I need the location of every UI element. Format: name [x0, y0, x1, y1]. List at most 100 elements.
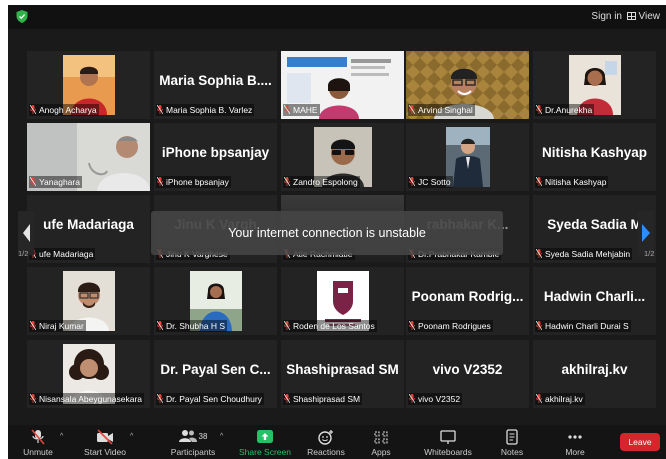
- muted-microphone-icon: [409, 105, 415, 114]
- whiteboards-button[interactable]: Whiteboards: [413, 429, 483, 457]
- participant-display-name: iPhone bpsanjay: [161, 145, 270, 160]
- participant-tile[interactable]: iPhone bpsanjay iPhone bpsanjay: [154, 123, 277, 191]
- microphone-muted-icon: [31, 429, 45, 445]
- participant-tile[interactable]: Dr. Shubha H S: [154, 267, 277, 335]
- leave-button[interactable]: Leave: [620, 433, 660, 451]
- muted-microphone-icon: [284, 177, 290, 186]
- video-options-caret-icon[interactable]: ^: [130, 433, 133, 440]
- participants-button[interactable]: 38 Participants: [158, 429, 228, 457]
- view-button[interactable]: View: [626, 11, 660, 22]
- participant-tile[interactable]: Nisansala Abeygunasekara: [27, 340, 150, 408]
- participant-label-text: Dr.Anurekha: [545, 105, 593, 115]
- share-screen-label: Share Screen: [239, 447, 291, 457]
- notes-icon: [506, 429, 518, 445]
- participant-tile[interactable]: Anogh Acharya: [27, 51, 150, 119]
- participant-label-text: Roden de Los Santos: [293, 321, 375, 331]
- participant-label-text: Nisansala Abeygunasekara: [39, 394, 143, 404]
- muted-microphone-icon: [536, 177, 542, 186]
- participant-tile[interactable]: Dr.Anurekha: [533, 51, 656, 119]
- participant-label-text: ufe Madariaga: [39, 249, 94, 259]
- participant-display-name: ufe Madariaga: [43, 217, 134, 232]
- participant-display-name: Poonam Rodrig...: [411, 289, 524, 304]
- muted-microphone-icon: [284, 105, 290, 114]
- participant-label-text: Dr. Payal Sen Choudhury: [166, 394, 262, 404]
- muted-microphone-icon: [536, 321, 542, 330]
- participant-label-text: Syeda Sadia Mehjabin: [545, 249, 631, 259]
- participant-tile[interactable]: akhilraj.kv akhilraj.kv: [533, 340, 656, 408]
- participant-label-text: Dr. Shubha H S: [166, 321, 226, 331]
- unmute-label: Unmute: [23, 447, 53, 457]
- participant-label-text: Yanaghara: [39, 177, 80, 187]
- participant-name-label: ufe Madariaga: [29, 248, 96, 260]
- participant-tile[interactable]: JC Sotto: [406, 123, 529, 191]
- apps-label: Apps: [371, 447, 391, 457]
- more-button[interactable]: More: [540, 429, 610, 457]
- unmute-button[interactable]: Unmute: [8, 429, 68, 457]
- meeting-toolbar: Unmute ^ Start Video ^ 38 Participants ^: [8, 425, 666, 459]
- participant-tile[interactable]: Zandro Espolong: [281, 123, 404, 191]
- reactions-smiley-icon: [318, 430, 333, 445]
- notes-button[interactable]: Notes: [477, 429, 547, 457]
- participant-tile[interactable]: Poonam Rodrig... Poonam Rodrigues: [406, 267, 529, 335]
- participant-name-label: Hadwin Charli Durai S: [535, 320, 631, 332]
- muted-microphone-icon: [536, 249, 542, 258]
- participant-name-label: Dr.Anurekha: [535, 104, 595, 116]
- muted-microphone-icon: [30, 177, 36, 186]
- audio-options-caret-icon[interactable]: ^: [60, 433, 63, 440]
- participant-name-label: Nisansala Abeygunasekara: [29, 393, 145, 405]
- more-label: More: [565, 447, 585, 457]
- participant-name-label: Poonam Rodrigues: [408, 320, 493, 332]
- participant-label-text: Niraj Kumar: [39, 321, 84, 331]
- participant-name-label: Yanaghara: [29, 176, 82, 188]
- participant-tile[interactable]: ufe Madariaga ufe Madariaga: [27, 195, 150, 263]
- participant-label-text: MAHE: [293, 105, 318, 115]
- participant-label-text: Anogh Acharya: [39, 105, 97, 115]
- muted-microphone-icon: [536, 105, 542, 114]
- participant-name-label: Dr. Payal Sen Choudhury: [156, 393, 264, 405]
- participant-name-label: Arvind Singhal: [408, 104, 475, 116]
- participant-name-label: Zandro Espolong: [283, 176, 360, 188]
- participants-icon: [178, 430, 197, 442]
- sign-in-link[interactable]: Sign in: [591, 11, 622, 22]
- participant-tile[interactable]: Maria Sophia B.... Maria Sophia B. Varlez: [154, 51, 277, 119]
- participant-name-label: JC Sotto: [408, 176, 453, 188]
- participant-label-text: Nitisha Kashyap: [545, 177, 607, 187]
- participant-label-text: iPhone bpsanjay: [166, 177, 229, 187]
- security-shield-icon[interactable]: [16, 10, 28, 23]
- muted-microphone-icon: [284, 321, 290, 330]
- participant-tile[interactable]: Nitisha Kashyap Nitisha Kashyap: [533, 123, 656, 191]
- top-bar: Sign in View: [8, 5, 666, 29]
- participant-label-text: Hadwin Charli Durai S: [545, 321, 629, 331]
- muted-microphone-icon: [409, 321, 415, 330]
- participant-tile[interactable]: Yanaghara: [27, 123, 150, 191]
- participants-count: 38: [198, 432, 208, 441]
- muted-microphone-icon: [157, 105, 163, 114]
- participant-tile[interactable]: vivo V2352 vivo V2352: [406, 340, 529, 408]
- participant-tile[interactable]: Dr. Payal Sen C... Dr. Payal Sen Choudhur…: [154, 340, 277, 408]
- participant-tile[interactable]: Niraj Kumar: [27, 267, 150, 335]
- participant-display-name: Shashiprasad SM: [286, 362, 399, 377]
- participant-display-name: Maria Sophia B....: [159, 73, 272, 88]
- participant-label-text: Zandro Espolong: [293, 177, 358, 187]
- participant-tile[interactable]: Roden de Los Santos: [281, 267, 404, 335]
- participant-label-text: Shashiprasad SM: [293, 394, 361, 404]
- participant-name-label: MAHE: [283, 104, 320, 116]
- participants-options-caret-icon[interactable]: ^: [220, 433, 223, 440]
- participant-name-label: Anogh Acharya: [29, 104, 99, 116]
- participant-tile[interactable]: Hadwin Charli... Hadwin Charli Durai S: [533, 267, 656, 335]
- participant-display-name: Hadwin Charli...: [543, 289, 646, 304]
- muted-microphone-icon: [536, 394, 542, 403]
- muted-microphone-icon: [30, 105, 36, 114]
- participant-tile[interactable]: Arvind Singhal: [406, 51, 529, 119]
- participant-tile[interactable]: MAHE: [281, 51, 404, 119]
- participant-tile[interactable]: Shashiprasad SM Shashiprasad SM: [281, 340, 404, 408]
- toast-message: Your internet connection is unstable: [228, 226, 426, 240]
- apps-button[interactable]: Apps: [346, 429, 416, 457]
- share-screen-button[interactable]: Share Screen: [230, 429, 300, 457]
- muted-microphone-icon: [30, 394, 36, 403]
- participant-display-name: Dr. Payal Sen C...: [160, 362, 271, 377]
- notes-label: Notes: [500, 447, 524, 457]
- participant-label-text: akhilraj.kv: [545, 394, 583, 404]
- participant-name-label: iPhone bpsanjay: [156, 176, 231, 188]
- participant-label-text: Arvind Singhal: [418, 105, 473, 115]
